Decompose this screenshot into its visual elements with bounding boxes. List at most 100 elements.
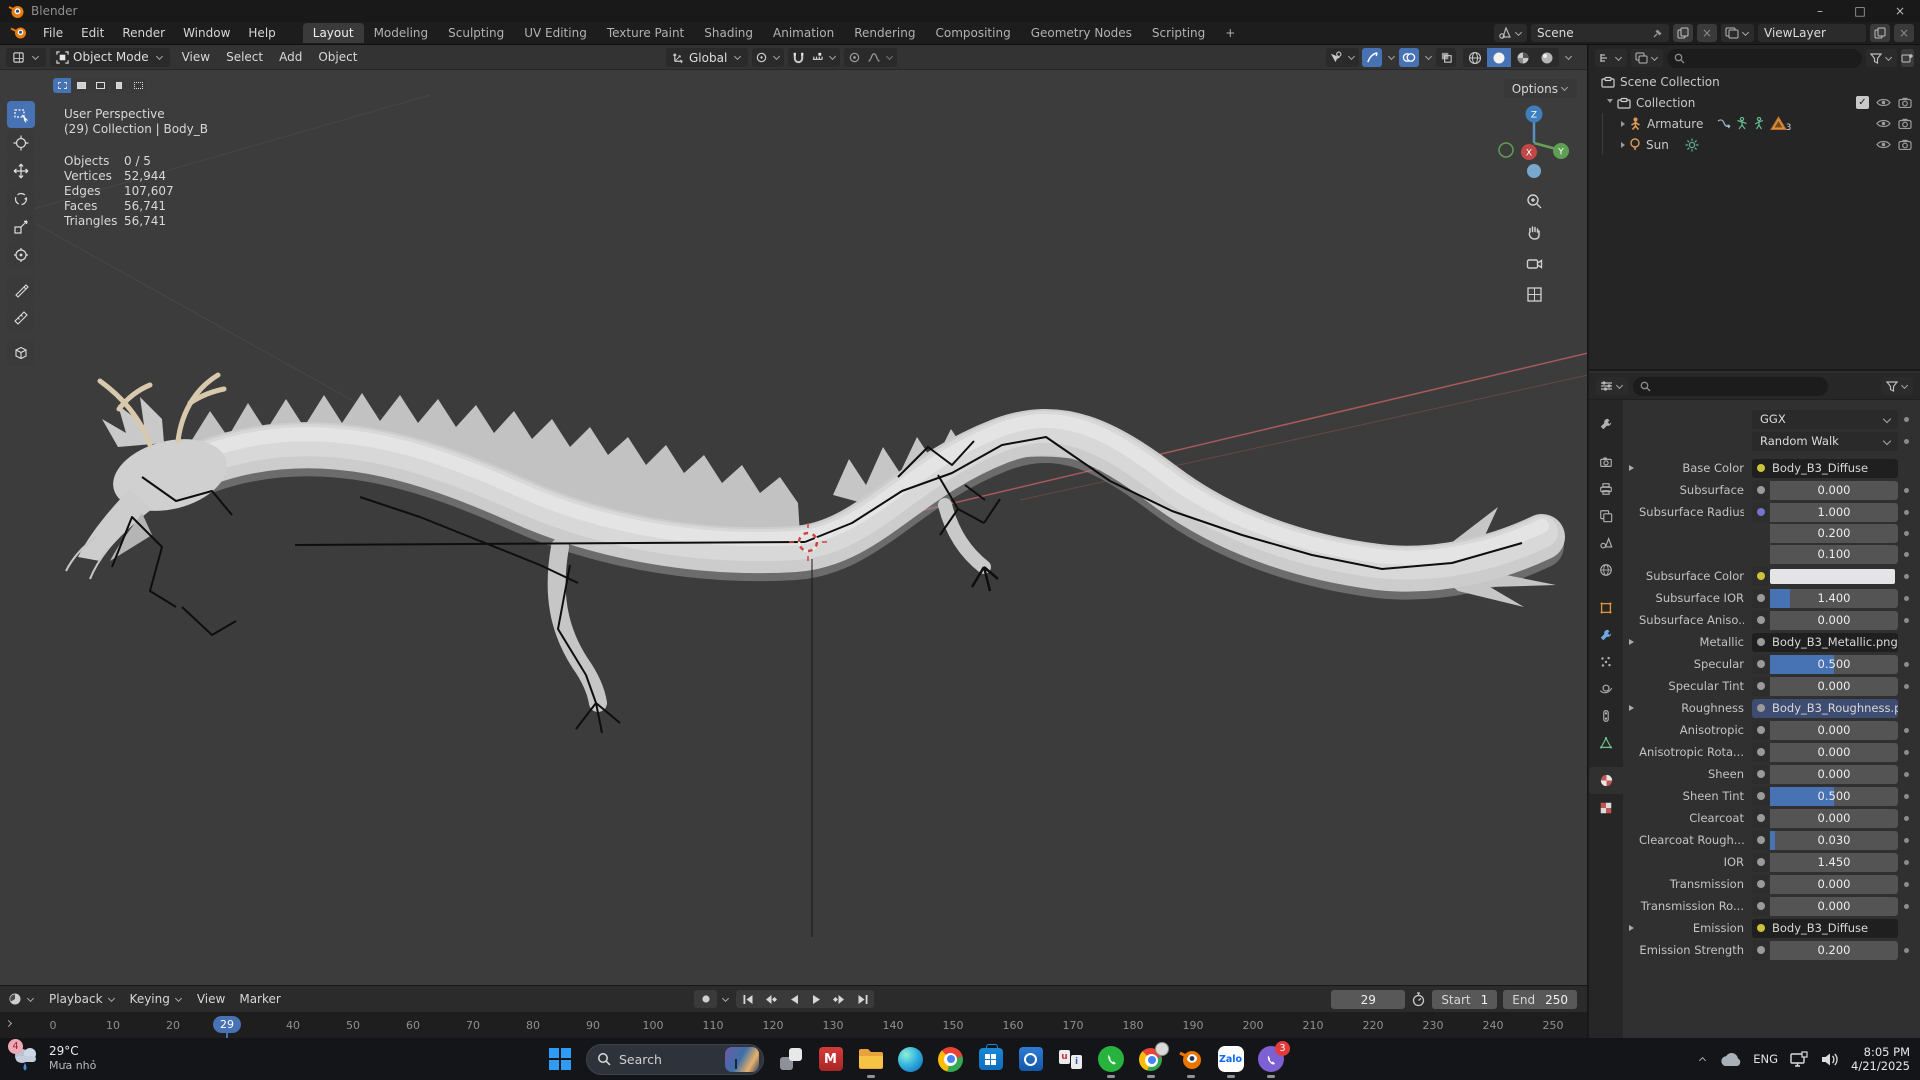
shading-material-button[interactable] [1511,48,1535,67]
xray-toggle[interactable] [1436,48,1456,67]
animate-decorator[interactable] [1898,417,1914,422]
outliner-search-input[interactable] [1667,49,1862,68]
camera-icon[interactable] [1898,139,1912,150]
network-icon[interactable] [1790,1051,1809,1068]
tool-add-cube[interactable] [7,339,35,366]
new-scene-button[interactable] [1673,24,1693,42]
scene-icon[interactable] [1494,24,1527,42]
props-tab-output[interactable] [1589,475,1623,502]
select-mode-invert[interactable] [110,78,128,93]
animate-decorator[interactable] [1898,882,1914,887]
remove-viewlayer-button[interactable]: × [1894,24,1914,42]
play-button[interactable] [805,990,828,1008]
workspace-tab[interactable]: UV Editing [514,23,597,43]
props-tab-modifiers[interactable] [1589,621,1623,648]
unikey-icon[interactable]: ui [1057,1046,1084,1073]
current-frame-field[interactable]: 29 [1331,990,1405,1009]
eye-icon[interactable] [1876,118,1891,129]
viewport-menu-item[interactable]: Select [218,50,271,64]
workspace-tab[interactable]: Texture Paint [597,23,694,43]
start-button[interactable] [546,1046,573,1073]
expand-arrow[interactable] [1623,639,1639,645]
jump-to-start-button[interactable] [736,990,759,1008]
outliner-item-collection[interactable]: Collection ✓ [1589,92,1920,113]
props-tab-data[interactable] [1589,729,1623,756]
outliner-item-scene-collection[interactable]: Scene Collection [1589,71,1920,92]
proportional-edit-button[interactable] [844,48,864,67]
animate-decorator[interactable] [1898,618,1914,623]
property-widget[interactable]: Random Walk [1752,432,1898,451]
animate-decorator[interactable] [1898,596,1914,601]
select-mode-intersect[interactable] [129,78,147,93]
properties-editor-type[interactable] [1596,377,1628,395]
orientation-dropdown[interactable]: Global [666,48,748,67]
animate-decorator[interactable] [1898,574,1914,579]
animate-decorator[interactable] [1898,552,1914,557]
menu-item[interactable]: Window [174,23,239,43]
workspace-tab[interactable]: Rendering [844,23,925,43]
shading-rendered-button[interactable] [1535,48,1559,67]
workspace-tab[interactable]: Layout [303,23,364,43]
prev-keyframe-button[interactable] [759,990,782,1008]
eye-icon[interactable] [1876,97,1891,108]
blender-app-icon[interactable] [10,26,28,40]
shading-solid-button[interactable] [1487,48,1511,67]
property-widget[interactable]: 0.000 [1752,743,1898,762]
weather-widget[interactable]: 4 29°C Mưa nhỏ [10,1043,96,1073]
input-socket-dot[interactable] [1752,589,1769,608]
input-socket-dot[interactable] [1752,611,1769,630]
animate-decorator[interactable] [1898,531,1914,536]
onedrive-icon[interactable] [1719,1052,1741,1067]
workspace-tab[interactable]: Modeling [364,23,439,43]
tool-annotate[interactable] [7,276,35,303]
next-keyframe-button[interactable] [828,990,851,1008]
property-widget[interactable]: Body_B3_Diffuse [1752,459,1898,478]
proportional-falloff-button[interactable] [864,48,897,67]
camera-icon[interactable] [1898,118,1912,129]
timeline-ruler[interactable]: 0102040506070809010011012013014015016017… [0,1012,1587,1038]
search-box[interactable]: Search [586,1044,764,1075]
new-viewlayer-button[interactable] [1870,24,1890,42]
property-widget[interactable]: 0.000 [1752,765,1898,784]
viewport-menu-item[interactable]: View [174,50,218,64]
whatsapp-icon[interactable] [1097,1046,1124,1073]
workspace-tab[interactable]: + [1215,23,1245,43]
input-socket-dot[interactable] [1752,567,1769,586]
select-mode-new[interactable] [53,78,71,93]
use-preview-range-icon[interactable] [1411,992,1426,1007]
timeline-editor-type[interactable] [8,992,35,1006]
chrome-icon[interactable] [937,1046,964,1073]
close-button[interactable]: × [1880,0,1920,22]
expand-arrow[interactable] [1623,705,1639,711]
property-widget[interactable]: 0.200 [1752,524,1898,543]
ortho-grid-icon[interactable] [1522,282,1546,306]
visibility-dropdown[interactable] [1326,48,1359,67]
minimize-button[interactable]: – [1800,0,1840,22]
jump-to-end-button[interactable] [851,990,874,1008]
property-widget[interactable]: GGX [1752,410,1898,429]
property-widget[interactable]: Body_B3_Roughness.png [1752,699,1898,718]
tool-move[interactable] [7,157,35,184]
props-tab-render[interactable] [1589,448,1623,475]
current-frame-indicator[interactable]: 29 [213,1016,241,1033]
zoom-tool-icon[interactable] [1522,189,1546,213]
marker-menu[interactable]: Marker [239,992,280,1006]
property-widget[interactable]: 0.200 [1752,941,1898,960]
props-tab-viewlayer[interactable] [1589,502,1623,529]
property-widget[interactable]: 0.100 [1752,545,1898,564]
tool-transform[interactable] [7,241,35,268]
props-tab-particles[interactable] [1589,648,1623,675]
props-tab-scene[interactable] [1589,529,1623,556]
auto-key-button[interactable] [694,990,717,1008]
app-m-icon[interactable]: M [817,1046,844,1073]
pan-hand-icon[interactable] [1522,220,1546,244]
animate-decorator[interactable] [1898,860,1914,865]
snap-mode-button[interactable] [808,48,840,67]
input-socket-dot[interactable] [1752,897,1769,916]
property-widget[interactable]: 0.000 [1752,677,1898,696]
outlook-icon[interactable] [1017,1046,1044,1073]
menu-item[interactable]: Edit [72,23,113,43]
eye-icon[interactable] [1876,139,1891,150]
props-tab-physics[interactable] [1589,675,1623,702]
zalo-icon[interactable]: Zalo [1217,1046,1244,1073]
